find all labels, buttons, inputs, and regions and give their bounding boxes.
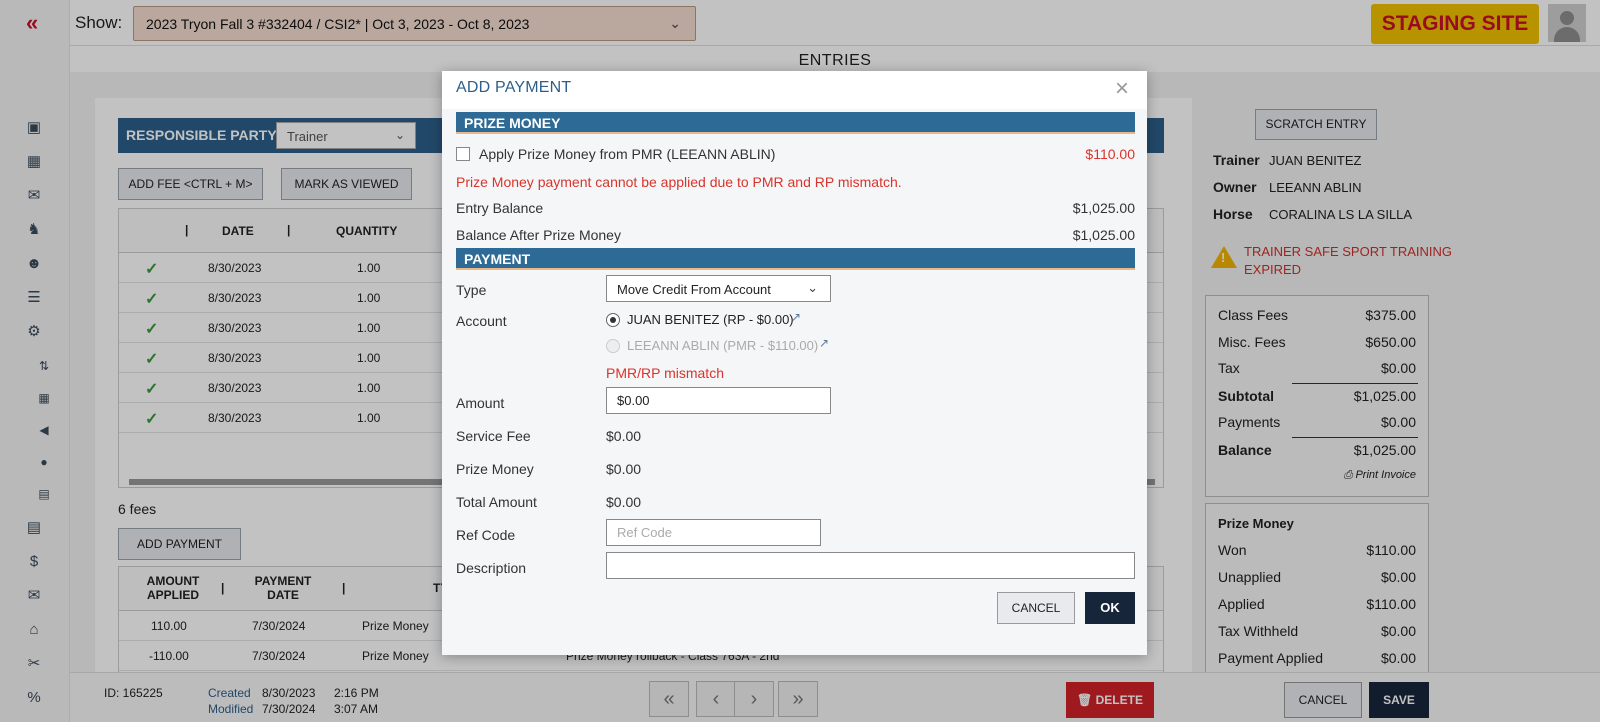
prize-money-error: Prize Money payment cannot be applied du…	[456, 174, 902, 190]
dialog-title: ADD PAYMENT	[456, 79, 572, 96]
account-radio-pmr	[606, 339, 620, 353]
apply-prize-money-label: Apply Prize Money from PMR (LEEANN ABLIN…	[479, 146, 776, 162]
total-amount-value: $0.00	[606, 494, 642, 510]
dialog-body: PRIZE MONEY Apply Prize Money from PMR (…	[442, 109, 1147, 655]
balance-after-prize-value: $1,025.00	[1072, 227, 1135, 243]
account-mismatch-error: PMR/RP mismatch	[606, 365, 724, 381]
description-input[interactable]	[606, 552, 1135, 579]
service-fee-value: $0.00	[606, 428, 642, 444]
account-option-rp-label: JUAN BENITEZ (RP - $0.00)	[627, 312, 794, 327]
external-link-icon[interactable]: ↗	[791, 310, 801, 324]
account-option-pmr-label: LEEANN ABLIN (PMR - $110.00)	[627, 338, 819, 353]
payment-section-header: PAYMENT	[456, 248, 1135, 270]
payment-type-select[interactable]: Move Credit From Account ⌄	[606, 275, 831, 302]
account-label: Account	[456, 313, 507, 329]
ok-button[interactable]: OK	[1085, 592, 1135, 624]
apply-prize-money-amount: $110.00	[1085, 146, 1135, 162]
service-fee-label: Service Fee	[456, 428, 531, 444]
account-radio-rp[interactable]	[606, 313, 620, 327]
prize-money-section-header: PRIZE MONEY	[456, 112, 1135, 134]
amount-input[interactable]	[606, 387, 831, 414]
payment-type-value: Move Credit From Account	[617, 282, 771, 297]
apply-prize-money-checkbox[interactable]	[456, 147, 470, 161]
balance-after-prize-label: Balance After Prize Money	[456, 227, 621, 243]
close-icon[interactable]: ×	[1115, 75, 1129, 103]
external-link-icon[interactable]: ↗	[819, 336, 829, 350]
ref-code-input[interactable]	[606, 519, 821, 546]
add-payment-dialog: ADD PAYMENT × PRIZE MONEY Apply Prize Mo…	[442, 71, 1147, 655]
entry-balance-value: $1,025.00	[1072, 200, 1135, 216]
entry-balance-label: Entry Balance	[456, 200, 544, 216]
cancel-button[interactable]: CANCEL	[997, 592, 1075, 624]
amount-label: Amount	[456, 395, 505, 411]
type-label: Type	[456, 282, 487, 298]
description-label: Description	[456, 560, 527, 576]
prize-money-label: Prize Money	[456, 461, 534, 477]
dialog-header: ADD PAYMENT ×	[442, 71, 1147, 109]
total-amount-label: Total Amount	[456, 494, 537, 510]
prize-money-value: $0.00	[606, 461, 642, 477]
ref-code-label: Ref Code	[456, 527, 516, 543]
chevron-down-icon: ⌄	[807, 280, 818, 295]
